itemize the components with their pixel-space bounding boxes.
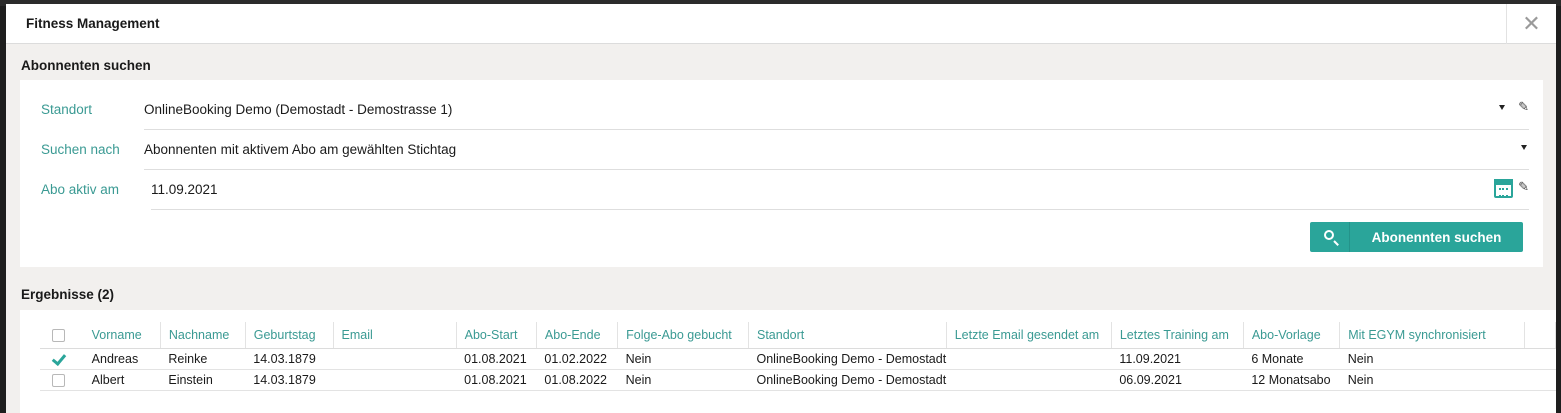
cell-filler <box>1524 348 1556 370</box>
cell-filler <box>1524 369 1556 391</box>
search-panel: Standort OnlineBooking Demo (Demostadt -… <box>20 80 1543 267</box>
suchen-nach-select[interactable]: Abonnenten mit aktivem Abo am gewählten … <box>144 130 1529 170</box>
cell-vorname: Andreas <box>83 348 161 370</box>
standort-select[interactable]: OnlineBooking Demo (Demostadt - Demostra… <box>144 90 1529 130</box>
cell-abo-start: 01.08.2021 <box>456 348 537 370</box>
cell-abo-vorlage: 6 Monate <box>1243 348 1340 370</box>
row-select-cell <box>40 369 84 391</box>
calendar-icon[interactable] <box>1494 179 1513 198</box>
cell-letztes-training: 11.09.2021 <box>1111 348 1244 370</box>
standort-value: OnlineBooking Demo (Demostadt - Demostra… <box>144 102 453 117</box>
col-abo-vorlage[interactable]: Abo-Vorlage <box>1243 322 1341 349</box>
abo-aktiv-value: 11.09.2021 <box>151 182 218 197</box>
dialog-header: Fitness Management ✕ <box>6 4 1556 44</box>
caret-down-icon <box>1499 105 1505 110</box>
search-section-heading: Abonnenten suchen <box>21 58 151 73</box>
edit-pencil-icon[interactable]: ✎ <box>1518 179 1529 195</box>
cell-folge-abo: Nein <box>617 369 749 391</box>
cell-abo-ende: 01.08.2022 <box>536 369 618 391</box>
cell-letzte-email <box>946 369 1112 391</box>
cell-email <box>333 369 457 391</box>
col-geburtstag[interactable]: Geburtstag <box>245 322 334 349</box>
cell-email <box>333 348 457 370</box>
search-icon <box>1324 230 1334 240</box>
suchen-nach-row: Suchen nach Abonnenten mit aktivem Abo a… <box>41 130 1529 170</box>
table-row[interactable]: Andreas Reinke 14.03.1879 01.08.2021 01.… <box>40 348 1556 370</box>
col-email[interactable]: Email <box>333 322 457 349</box>
col-nachname[interactable]: Nachname <box>160 322 246 349</box>
dialog-title: Fitness Management <box>26 16 160 31</box>
cell-abo-ende: 01.02.2022 <box>536 348 618 370</box>
abo-aktiv-date-field[interactable]: 11.09.2021 ✎ <box>151 170 1529 210</box>
cell-geburtstag: 14.03.1879 <box>245 348 334 370</box>
col-abo-ende[interactable]: Abo-Ende <box>536 322 619 349</box>
col-letzte-email[interactable]: Letzte Email gesendet am <box>946 322 1112 349</box>
close-icon: ✕ <box>1522 11 1541 36</box>
cell-letzte-email <box>946 348 1112 370</box>
col-standort[interactable]: Standort <box>748 322 947 349</box>
col-abo-start[interactable]: Abo-Start <box>456 322 537 349</box>
cell-standort: OnlineBooking Demo - Demostadt <box>748 369 947 391</box>
col-filler <box>1524 322 1556 349</box>
standort-label: Standort <box>41 102 93 117</box>
suchen-nach-label: Suchen nach <box>41 142 120 157</box>
suchen-nach-value: Abonnenten mit aktivem Abo am gewählten … <box>144 142 457 157</box>
cell-nachname: Reinke <box>160 348 246 370</box>
cell-letztes-training: 06.09.2021 <box>1111 369 1244 391</box>
cell-abo-vorlage: 12 Monatsabo <box>1243 369 1340 391</box>
edit-pencil-icon[interactable]: ✎ <box>1518 99 1529 115</box>
col-folge-abo[interactable]: Folge-Abo gebucht <box>617 322 749 349</box>
row-select-cell <box>40 348 84 370</box>
results-heading: Ergebnisse (2) <box>21 287 115 302</box>
cell-folge-abo: Nein <box>617 348 749 370</box>
col-vorname[interactable]: Vorname <box>83 322 161 349</box>
caret-down-icon <box>1521 145 1527 150</box>
table-header-row: Vorname Nachname Geburtstag Email Abo-St… <box>40 322 1556 349</box>
search-button-label: Abonennten suchen <box>1371 230 1502 245</box>
standort-row: Standort OnlineBooking Demo (Demostadt -… <box>41 90 1529 130</box>
search-subscribers-button[interactable]: Abonennten suchen <box>1310 222 1523 252</box>
row-checkbox-checked[interactable] <box>52 353 65 366</box>
col-letztes-training[interactable]: Letztes Training am <box>1111 322 1244 349</box>
cell-geburtstag: 14.03.1879 <box>245 369 334 391</box>
cell-standort: OnlineBooking Demo - Demostadt <box>748 348 947 370</box>
table-row[interactable]: Albert Einstein 14.03.1879 01.08.2021 01… <box>40 369 1556 391</box>
results-table: Vorname Nachname Geburtstag Email Abo-St… <box>40 322 1556 391</box>
results-panel: Vorname Nachname Geburtstag Email Abo-St… <box>20 310 1556 413</box>
search-button-icon-area <box>1310 222 1350 252</box>
select-all-cell <box>40 322 84 349</box>
close-button[interactable]: ✕ <box>1506 4 1556 44</box>
row-checkbox[interactable] <box>52 373 65 387</box>
col-egym[interactable]: Mit EGYM synchronisiert <box>1339 322 1526 349</box>
abo-aktiv-row: Abo aktiv am 11.09.2021 ✎ <box>41 170 1529 210</box>
select-all-checkbox[interactable] <box>52 328 65 342</box>
cell-vorname: Albert <box>83 369 161 391</box>
cell-nachname: Einstein <box>160 369 246 391</box>
cell-abo-start: 01.08.2021 <box>456 369 537 391</box>
cell-egym: Nein <box>1339 348 1525 370</box>
abo-aktiv-label: Abo aktiv am <box>41 182 120 197</box>
dialog: Fitness Management ✕ Abonnenten suchen S… <box>6 4 1556 413</box>
cell-egym: Nein <box>1339 369 1525 391</box>
